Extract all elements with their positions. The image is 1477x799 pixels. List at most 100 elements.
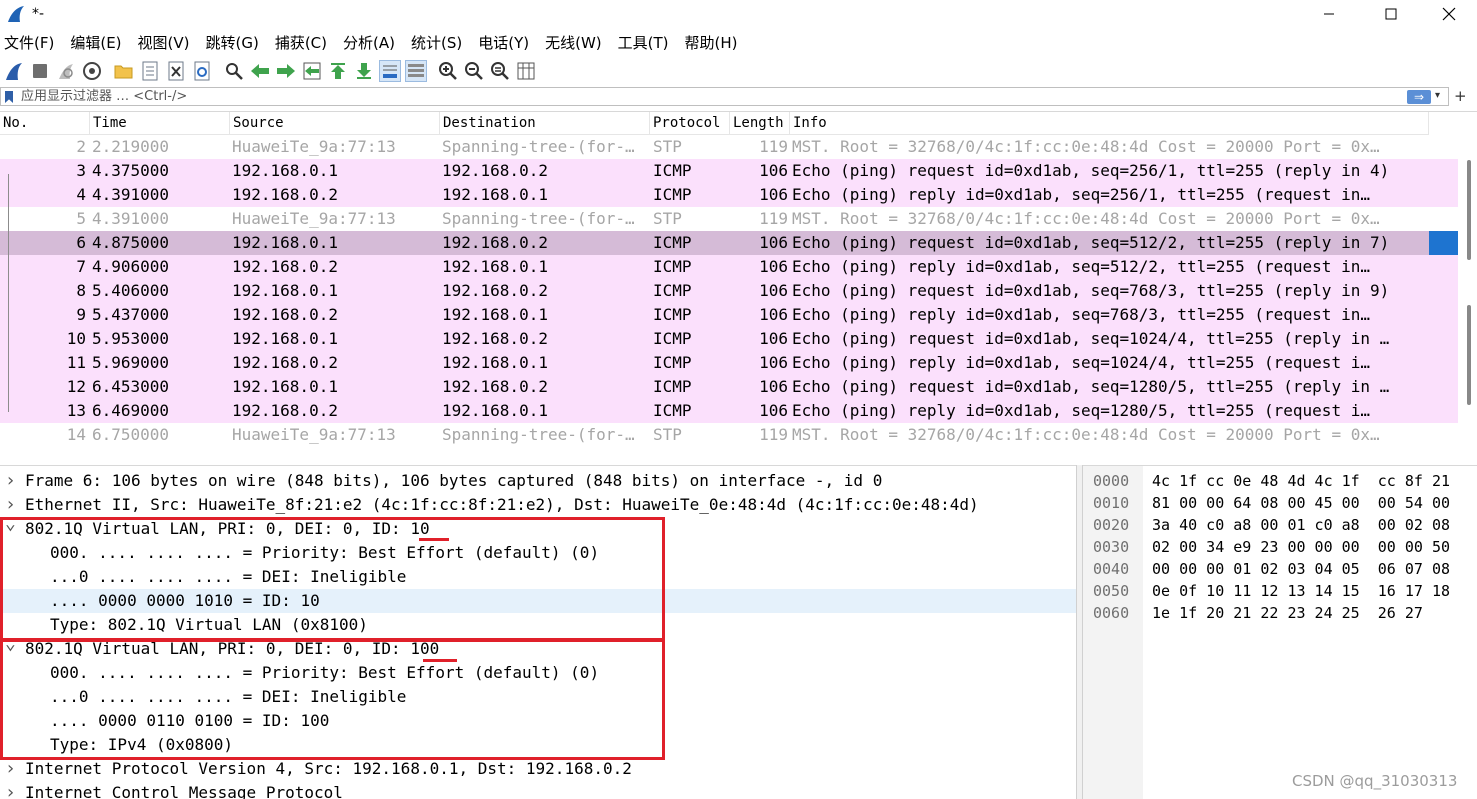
minimap-mark: [1429, 255, 1458, 279]
collapsed-chevron-icon[interactable]: ›: [5, 493, 16, 517]
menu-item-4[interactable]: 捕获(C): [275, 32, 327, 53]
packet-cell-no: 12: [66, 377, 86, 396]
hex-bytes: 81 00 00 64 08 00 45 00 00 54 00: [1152, 494, 1451, 512]
stop-capture-icon[interactable]: [29, 60, 51, 82]
scrollbar-thumb[interactable]: [1467, 160, 1471, 260]
window-title: *-: [32, 6, 45, 22]
packet-cell-time: 4.375000: [92, 161, 170, 180]
scrollbar-thumb-lower[interactable]: [1467, 305, 1471, 405]
packet-minimap[interactable]: [1429, 135, 1458, 462]
column-header-time[interactable]: Time: [90, 112, 230, 135]
capture-options-icon[interactable]: [81, 60, 103, 82]
packet-cell-src: 192.168.0.1: [232, 281, 338, 300]
packet-row[interactable]: 7 4.906000 192.168.0.2 192.168.0.1 ICMP 106 Ec…: [0, 255, 1429, 279]
packet-cell-len: 106: [759, 401, 788, 420]
column-header-no[interactable]: No.: [0, 112, 90, 135]
shark-fin-start-icon[interactable]: [3, 60, 25, 82]
pane-splitter[interactable]: [1076, 465, 1083, 799]
close-file-icon[interactable]: [165, 60, 187, 82]
hex-line[interactable]: 0010 81 00 00 64 08 00 45 00 00 54 00: [1083, 492, 1477, 514]
column-header-info[interactable]: Info: [790, 112, 1429, 135]
collapsed-chevron-icon[interactable]: ›: [5, 469, 16, 493]
packet-cell-proto: ICMP: [653, 377, 692, 396]
menu-item-3[interactable]: 跳转(G): [206, 32, 259, 53]
packet-row[interactable]: 11 5.969000 192.168.0.2 192.168.0.1 ICMP 106 E…: [0, 351, 1429, 375]
hex-line[interactable]: 0040 00 00 00 01 02 03 04 05 06 07 08: [1083, 558, 1477, 580]
packet-cell-src: 192.168.0.2: [232, 185, 338, 204]
detail-line[interactable]: › Frame 6: 106 bytes on wire (848 bits), …: [0, 469, 1076, 493]
packet-row[interactable]: 9 5.437000 192.168.0.2 192.168.0.1 ICMP 106 Ec…: [0, 303, 1429, 327]
packet-cell-time: 4.391000: [92, 185, 170, 204]
restart-capture-icon[interactable]: [55, 60, 77, 82]
packet-row[interactable]: 14 6.750000 HuaweiTe_9a:77:13 Spanning-tree…: [0, 423, 1429, 447]
minimap-mark: [1429, 159, 1458, 183]
colorize-icon[interactable]: [405, 60, 427, 82]
hex-line[interactable]: 0020 3a 40 c0 a8 00 01 c0 a8 00 02 08: [1083, 514, 1477, 536]
detail-line[interactable]: › Internet Control Message Protocol: [0, 781, 1076, 799]
hex-line[interactable]: 0050 0e 0f 10 11 12 13 14 15 16 17 18: [1083, 580, 1477, 602]
menu-item-1[interactable]: 编辑(E): [70, 32, 121, 53]
packet-cell-info: Echo (ping) request id=0xd1ab, seq=1024/…: [792, 329, 1390, 348]
packet-row[interactable]: 2 2.219000 HuaweiTe_9a:77:13 Spanning-tree-…: [0, 135, 1429, 159]
packet-row[interactable]: 6 4.875000 192.168.0.1 192.168.0.2 ICMP 106 Ec…: [0, 231, 1429, 255]
menu-item-8[interactable]: 无线(W): [545, 32, 602, 53]
detail-line[interactable]: › Ethernet II, Src: HuaweiTe_8f:21:e2 (4c…: [0, 493, 1076, 517]
minimize-button[interactable]: [1300, 0, 1358, 28]
go-to-packet-icon[interactable]: [301, 60, 323, 82]
go-last-icon[interactable]: [353, 60, 375, 82]
packet-cell-src: 192.168.0.1: [232, 233, 338, 252]
zoom-out-icon[interactable]: [463, 60, 485, 82]
column-header-protocol[interactable]: Protocol: [650, 112, 730, 135]
packet-row[interactable]: 4 4.391000 192.168.0.2 192.168.0.1 ICMP 106 Ec…: [0, 183, 1429, 207]
packet-row[interactable]: 8 5.406000 192.168.0.1 192.168.0.2 ICMP 106 Ec…: [0, 279, 1429, 303]
packet-row[interactable]: 12 6.453000 192.168.0.1 192.168.0.2 ICMP 106 E…: [0, 375, 1429, 399]
hex-line[interactable]: 0030 02 00 34 e9 23 00 00 00 00 00 50: [1083, 536, 1477, 558]
close-button[interactable]: [1420, 0, 1477, 28]
column-header-destination[interactable]: Destination: [440, 112, 650, 135]
packet-row[interactable]: 13 6.469000 192.168.0.2 192.168.0.1 ICMP 106 E…: [0, 399, 1429, 423]
column-header-length[interactable]: Length: [730, 112, 790, 135]
maximize-button[interactable]: [1362, 0, 1420, 28]
column-header-source[interactable]: Source: [230, 112, 440, 135]
resize-columns-icon[interactable]: [515, 60, 537, 82]
find-packet-icon[interactable]: [223, 60, 245, 82]
menu-item-5[interactable]: 分析(A): [343, 32, 395, 53]
display-filter-input[interactable]: 应用显示过滤器 … <Ctrl-/> ⇒ ▾: [0, 87, 1449, 106]
annotation-underline-10: [419, 538, 449, 541]
menu-item-7[interactable]: 电话(Y): [478, 32, 529, 53]
packet-row[interactable]: 10 5.953000 192.168.0.1 192.168.0.2 ICMP 106 E…: [0, 327, 1429, 351]
packet-row[interactable]: 3 4.375000 192.168.0.1 192.168.0.2 ICMP 106 Ec…: [0, 159, 1429, 183]
menu-item-10[interactable]: 帮助(H): [685, 32, 738, 53]
packet-list-scrollbar[interactable]: [1460, 135, 1477, 462]
filter-bookmark-icon[interactable]: [5, 91, 13, 103]
packet-list[interactable]: No. Time Source Destination Protocol Length In…: [0, 111, 1477, 462]
packet-cell-len: 119: [759, 137, 788, 156]
zoom-normal-icon[interactable]: [489, 60, 511, 82]
add-filter-button-icon[interactable]: +: [1454, 87, 1467, 105]
chevron-down-icon[interactable]: ▾: [1435, 90, 1440, 101]
reload-file-icon[interactable]: [191, 60, 213, 82]
go-back-icon[interactable]: [249, 60, 271, 82]
collapsed-chevron-icon[interactable]: ›: [5, 757, 16, 781]
packet-row[interactable]: 5 4.391000 HuaweiTe_9a:77:13 Spanning-tree-…: [0, 207, 1429, 231]
save-file-icon[interactable]: [139, 60, 161, 82]
menu-item-0[interactable]: 文件(F): [4, 32, 54, 53]
menu-item-9[interactable]: 工具(T): [618, 32, 669, 53]
filter-apply-button[interactable]: ⇒: [1407, 90, 1431, 104]
menu-item-2[interactable]: 视图(V): [138, 32, 190, 53]
packet-cell-dst: 192.168.0.1: [442, 401, 548, 420]
collapsed-chevron-icon[interactable]: ›: [5, 781, 16, 799]
menu-item-6[interactable]: 统计(S): [411, 32, 462, 53]
hex-line[interactable]: 0060 1e 1f 20 21 22 23 24 25 26 27: [1083, 602, 1477, 624]
zoom-in-icon[interactable]: [437, 60, 459, 82]
open-file-icon[interactable]: [113, 60, 135, 82]
autoscroll-icon[interactable]: [379, 60, 401, 82]
packet-cell-len: 106: [759, 305, 788, 324]
packet-cell-no: 2: [76, 137, 86, 156]
go-forward-icon[interactable]: [275, 60, 297, 82]
hex-line[interactable]: 0000 4c 1f cc 0e 48 4d 4c 1f cc 8f 21: [1083, 470, 1477, 492]
packet-bytes-pane[interactable]: 0000 4c 1f cc 0e 48 4d 4c 1f cc 8f 21 0010…: [1083, 465, 1477, 799]
go-first-icon[interactable]: [327, 60, 349, 82]
detail-line[interactable]: › Internet Protocol Version 4, Src: 192.1…: [0, 757, 1076, 781]
packet-details-pane[interactable]: › Internet Control Message Protocol › Inter…: [0, 465, 1076, 799]
